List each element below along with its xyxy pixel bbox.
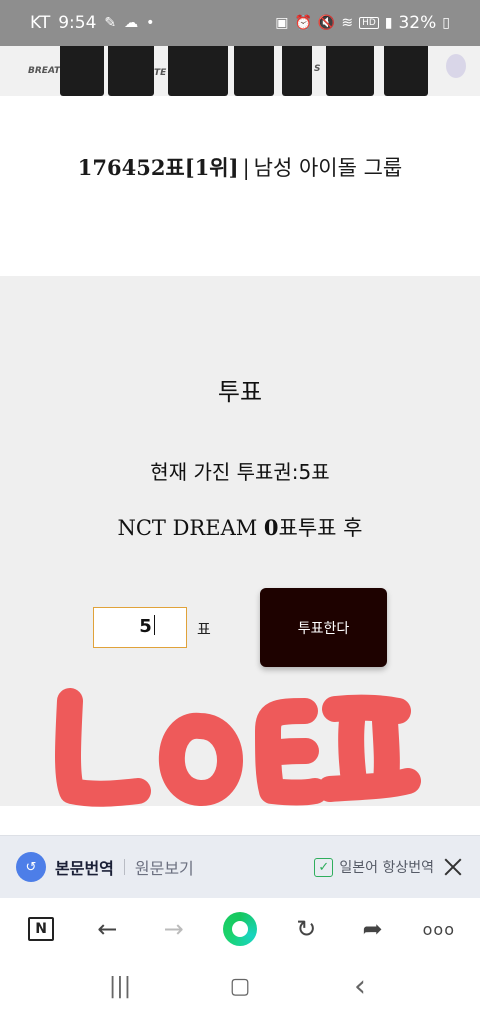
system-back-icon[interactable]: ‹ (340, 967, 380, 1007)
more-menu-icon[interactable]: ooo (419, 909, 459, 949)
dot-icon: • (146, 15, 155, 31)
category-label: 남성 아이돌 그룹 (253, 156, 403, 180)
vote-amount-value: 5 (139, 616, 152, 637)
vote-amount-input[interactable]: 5 (93, 607, 187, 648)
doodle-stroke (255, 698, 328, 806)
cloud-icon: ☁ (124, 15, 139, 31)
page-title: 176452표[1위] | 남성 아이돌 그룹 (0, 152, 480, 182)
refresh-icon[interactable]: ↻ (286, 909, 326, 949)
translation-bar: ↺ 본문번역 원문보기 ✓ 일본어 항상번역 (0, 835, 480, 898)
vote-heading: 투표 (217, 378, 263, 406)
clock: 9:54 (58, 13, 97, 33)
photo-figure (282, 46, 312, 96)
banner-image: BREATE TE S (0, 46, 480, 96)
wifi-icon: ≋ (341, 15, 354, 31)
banner-text-right: S (314, 64, 321, 74)
text-caret (153, 615, 155, 635)
app-notification-icon: ▣ (275, 15, 289, 31)
sponsor-logo (446, 54, 466, 78)
voted-count: 0 (263, 515, 279, 540)
title-separator: | (242, 156, 250, 180)
ticket-count: 현재 가진 투표권:5표 (150, 460, 330, 484)
battery-level: 32% (398, 13, 437, 33)
doodle-stroke (158, 712, 243, 806)
status-bar: KT 9:54 ✎ ☁ • ▣ ⏰ 🔇 ≋ HD ▮ 32% ▯ (0, 0, 480, 46)
forward-arrow-icon[interactable]: → (154, 909, 194, 949)
status-right: ▣ ⏰ 🔇 ≋ HD ▮ 32% ▯ (275, 13, 450, 33)
vote-unit-label: 표 (197, 620, 211, 638)
photo-figure (326, 46, 374, 96)
translated-view-button[interactable]: 본문번역 (55, 855, 114, 879)
status-left: KT 9:54 ✎ ☁ • (30, 13, 154, 33)
naver-n-icon: N (28, 917, 55, 941)
vote-submit-button[interactable]: 투표한다 (260, 588, 387, 667)
alarm-icon: ⏰ (294, 15, 312, 31)
close-icon[interactable] (442, 856, 464, 878)
home-icon[interactable]: ▢ (220, 967, 260, 1007)
group-name: NCT DREAM (117, 516, 264, 540)
battery-icon: ▯ (442, 15, 450, 31)
doodle-stroke (317, 694, 421, 802)
title-section: 176452표[1위] | 남성 아이돌 그룹 (0, 96, 480, 276)
always-translate-label: 일본어 항상번역 (339, 860, 434, 876)
link-icon: ✎ (104, 15, 117, 31)
vote-total: 176452표[1위] (77, 155, 239, 180)
photo-figure (384, 46, 428, 96)
banner-text-mid: TE (154, 68, 167, 78)
naver-home-button[interactable]: N (21, 909, 61, 949)
recent-apps-icon[interactable]: ||| (100, 967, 140, 1007)
photo-figure (234, 46, 274, 96)
browser-toolbar: N ← → ↻ ➦ ooo (0, 898, 480, 960)
original-view-button[interactable]: 원문보기 (135, 855, 194, 879)
green-dot-button[interactable] (220, 909, 260, 949)
carrier-label: KT (30, 13, 51, 33)
papago-logo-icon: ↺ (16, 852, 46, 882)
vote-section: 투표 현재 가진 투표권:5표 NCT DREAM 0표투표 후 5 표 투표한… (0, 276, 480, 807)
handwritten-doodle (55, 688, 421, 807)
checkbox-checked-icon[interactable]: ✓ (314, 857, 334, 877)
photo-figure (60, 46, 104, 96)
mute-icon: 🔇 (317, 15, 336, 31)
system-navigation-bar: ||| ▢ ‹ (0, 960, 480, 1013)
doodle-stroke (55, 688, 151, 807)
photo-figure (168, 46, 228, 96)
green-ring-icon (222, 912, 257, 946)
share-icon[interactable]: ➦ (353, 909, 393, 949)
vote-status: NCT DREAM 0표투표 후 (0, 512, 480, 542)
back-arrow-icon[interactable]: ← (87, 909, 127, 949)
translation-divider (123, 859, 125, 875)
photo-figure (108, 46, 154, 96)
network-badge: HD (359, 17, 379, 29)
vote-status-suffix: 표투표 후 (278, 516, 363, 540)
signal-icon: ▮ (384, 15, 393, 31)
always-translate-toggle[interactable]: ✓ 일본어 항상번역 (314, 857, 434, 877)
